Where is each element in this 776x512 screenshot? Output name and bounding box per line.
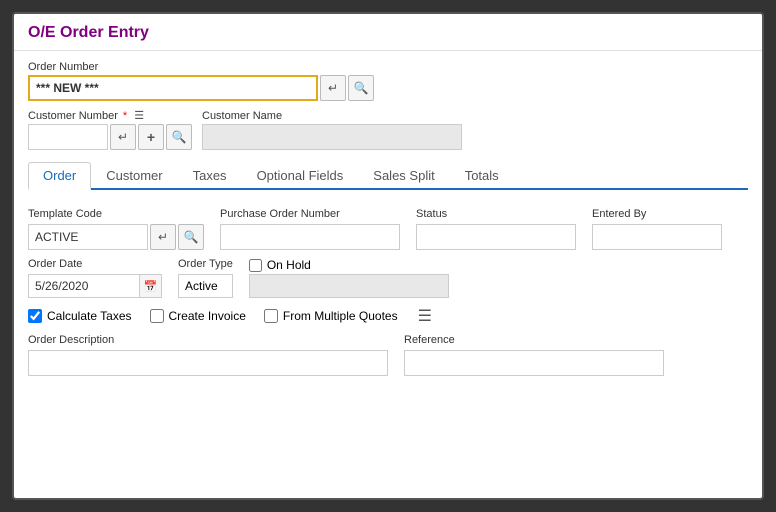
enter-icon: ↵ <box>118 130 128 144</box>
main-window: O/E Order Entry Order Number ↵ 🔍 Custome… <box>12 12 764 500</box>
tab-order[interactable]: Order <box>28 162 91 190</box>
order-number-search-button[interactable]: 🔍 <box>348 75 374 101</box>
calculate-taxes-checkbox[interactable] <box>28 309 42 323</box>
customer-row: Customer Number * ☰ ↵ + 🔍 <box>28 109 748 150</box>
template-code-label: Template Code <box>28 208 204 220</box>
on-hold-checkbox[interactable] <box>249 259 262 272</box>
order-type-field: Order Type Active Active Quote Standing … <box>178 258 233 298</box>
calendar-button[interactable]: 📅 <box>139 275 161 297</box>
on-hold-label: On Hold <box>267 258 311 272</box>
customer-number-field: Customer Number * ☰ ↵ + 🔍 <box>28 109 192 150</box>
search-icon: 🔍 <box>184 230 199 244</box>
on-hold-checkbox-group: On Hold <box>249 258 449 272</box>
order-type-select-wrapper: Active Active Quote Standing Future <box>178 274 233 298</box>
order-description-field: Order Description <box>28 334 388 376</box>
description-row: Order Description Reference <box>28 334 748 376</box>
status-label: Status <box>416 208 576 220</box>
order-type-label: Order Type <box>178 258 233 270</box>
tab-content-order: Template Code ↵ 🔍 Purchase Order Number <box>28 198 748 488</box>
tab-taxes[interactable]: Taxes <box>178 162 242 188</box>
checkbox-row: Calculate Taxes Create Invoice From Mult… <box>28 306 748 326</box>
create-invoice-checkbox-group: Create Invoice <box>150 309 246 323</box>
tab-totals[interactable]: Totals <box>450 162 514 188</box>
entered-by-input <box>592 224 722 250</box>
status-input <box>416 224 576 250</box>
enter-icon: ↵ <box>158 230 168 244</box>
create-invoice-checkbox[interactable] <box>150 309 164 323</box>
page-title: O/E Order Entry <box>28 24 748 42</box>
order-number-input-group: ↵ 🔍 <box>28 75 748 101</box>
customer-number-enter-button[interactable]: ↵ <box>110 124 136 150</box>
calendar-icon: 📅 <box>144 280 158 293</box>
customer-number-input-group: ↵ + 🔍 <box>28 124 192 150</box>
tabs-container: Order Customer Taxes Optional Fields Sal… <box>28 162 748 190</box>
order-date-input-group: 📅 <box>28 274 162 298</box>
reference-input[interactable] <box>404 350 664 376</box>
reference-field: Reference <box>404 334 664 376</box>
calculate-taxes-label: Calculate Taxes <box>47 309 132 323</box>
template-code-enter-button[interactable]: ↵ <box>150 224 176 250</box>
po-number-input[interactable] <box>220 224 400 250</box>
options-hamburger-icon[interactable]: ☰ <box>418 306 432 326</box>
tab-sales-split[interactable]: Sales Split <box>358 162 449 188</box>
entered-by-field: Entered By <box>592 208 722 250</box>
po-number-field: Purchase Order Number <box>220 208 400 250</box>
customer-number-add-button[interactable]: + <box>138 124 164 150</box>
search-icon: 🔍 <box>354 81 369 95</box>
from-multiple-quotes-checkbox[interactable] <box>264 309 278 323</box>
order-description-label: Order Description <box>28 334 388 346</box>
order-number-input[interactable] <box>28 75 318 101</box>
title-bar: O/E Order Entry <box>14 14 762 51</box>
order-number-field: Order Number ↵ 🔍 <box>28 61 748 101</box>
create-invoice-label: Create Invoice <box>169 309 246 323</box>
hamburger-icon[interactable]: ☰ <box>134 110 144 122</box>
customer-number-input[interactable] <box>28 124 108 150</box>
plus-icon: + <box>147 129 155 145</box>
from-multiple-quotes-label: From Multiple Quotes <box>283 309 398 323</box>
customer-number-search-button[interactable]: 🔍 <box>166 124 192 150</box>
customer-name-label: Customer Name <box>202 110 462 122</box>
content-area: Order Number ↵ 🔍 Customer Number * ☰ <box>14 51 762 498</box>
reference-label: Reference <box>404 334 664 346</box>
template-code-search-button[interactable]: 🔍 <box>178 224 204 250</box>
tab-customer[interactable]: Customer <box>91 162 177 188</box>
entered-by-label: Entered By <box>592 208 722 220</box>
customer-number-label: Customer Number * ☰ <box>28 109 192 122</box>
order-date-label: Order Date <box>28 258 162 270</box>
calculate-taxes-checkbox-group: Calculate Taxes <box>28 309 132 323</box>
search-icon: 🔍 <box>172 130 187 144</box>
po-number-label: Purchase Order Number <box>220 208 400 220</box>
template-code-input[interactable] <box>28 224 148 250</box>
template-code-input-group: ↵ 🔍 <box>28 224 204 250</box>
order-description-input[interactable] <box>28 350 388 376</box>
on-hold-field: On Hold <box>249 258 449 298</box>
order-row1: Template Code ↵ 🔍 Purchase Order Number <box>28 208 748 250</box>
on-hold-value-input <box>249 274 449 298</box>
order-number-enter-button[interactable]: ↵ <box>320 75 346 101</box>
required-marker: * <box>123 110 127 122</box>
order-row2: Order Date 📅 Order Type Active Active <box>28 258 748 298</box>
order-date-field: Order Date 📅 <box>28 258 162 298</box>
status-field: Status <box>416 208 576 250</box>
enter-icon: ↵ <box>328 81 338 95</box>
order-number-label: Order Number <box>28 61 748 73</box>
customer-name-field: Customer Name <box>202 110 462 150</box>
template-code-field: Template Code ↵ 🔍 <box>28 208 204 250</box>
from-multiple-quotes-checkbox-group: From Multiple Quotes <box>264 309 398 323</box>
order-date-input[interactable] <box>29 275 139 297</box>
tab-optional-fields[interactable]: Optional Fields <box>242 162 359 188</box>
customer-name-input <box>202 124 462 150</box>
